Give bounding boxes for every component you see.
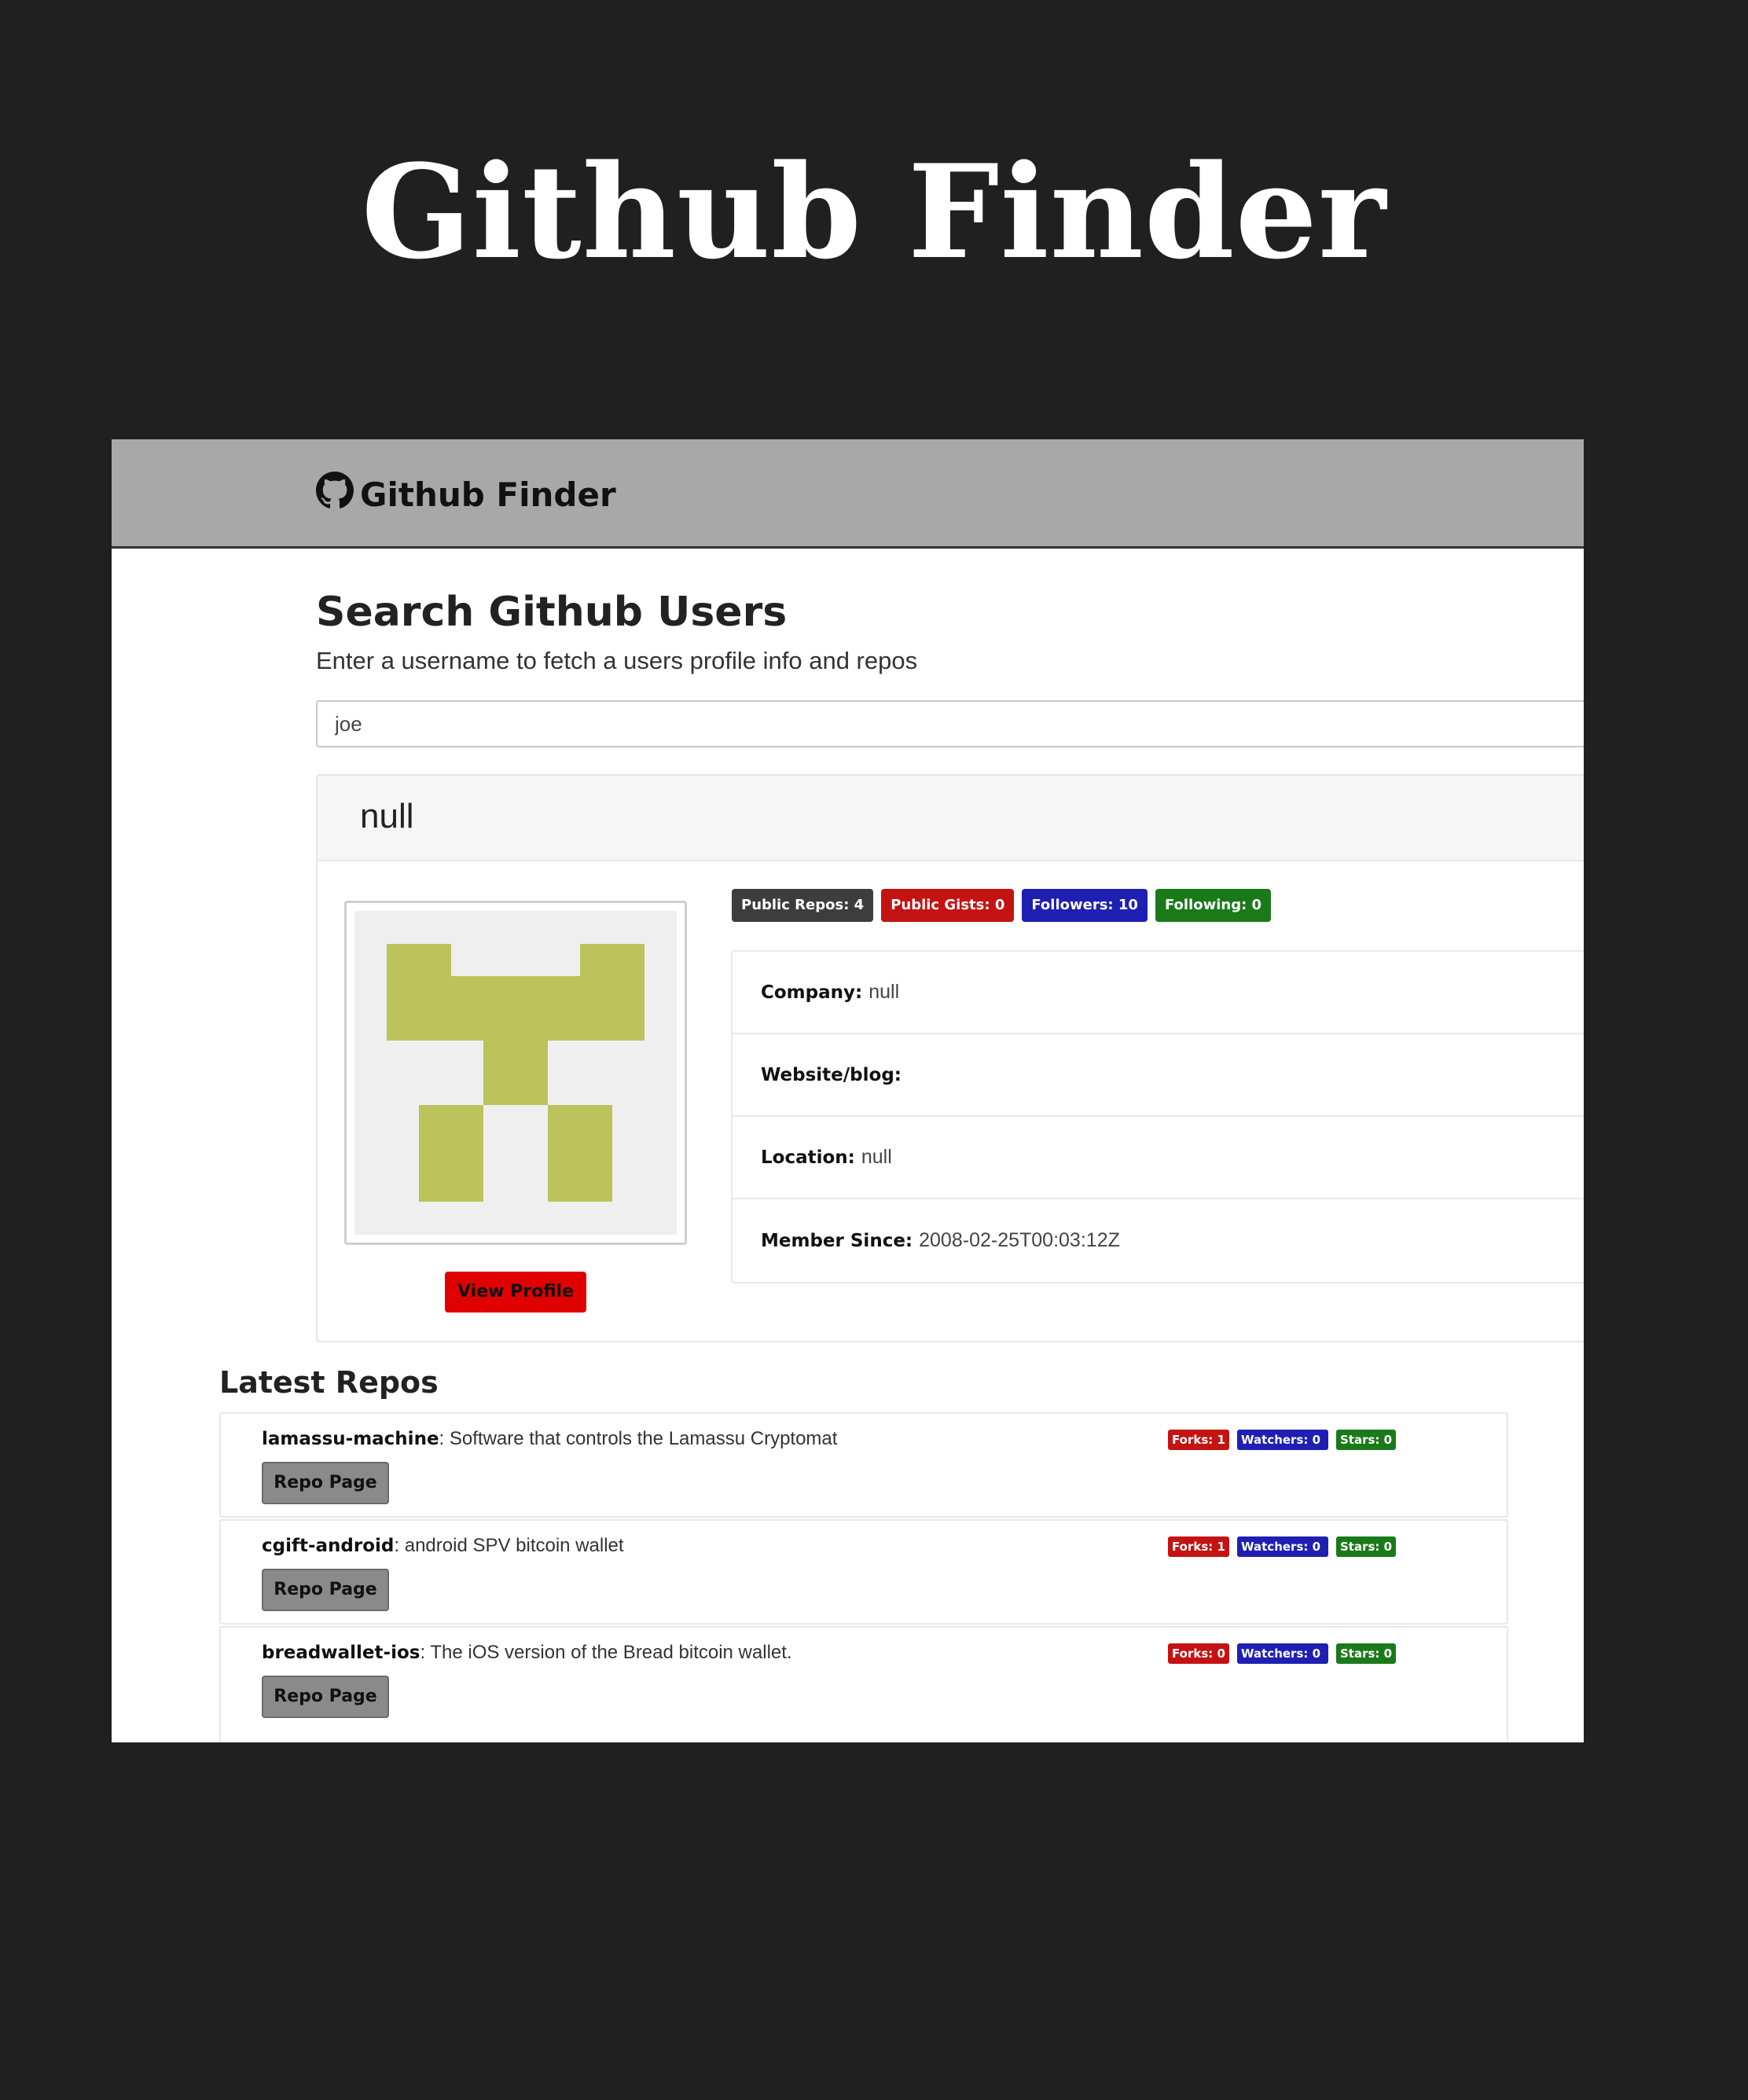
repo-name: cgift-android [262,1536,395,1556]
info-website: Website/blog: [733,1034,1594,1117]
forks-badge: Forks: 1 [1168,1536,1229,1557]
avatar [344,901,687,1245]
navbar-brand[interactable]: Github Finder [316,472,616,516]
view-profile-button[interactable]: View Profile [445,1272,586,1312]
repo-page-button[interactable]: Repo Page [262,1676,389,1718]
profile-card-header: null [318,776,1584,861]
info-label: Member Since: [761,1230,913,1251]
profile-info-list: Company: null Website/blog: Location: nu… [731,950,1596,1283]
github-icon [316,472,360,517]
repo-line: lamassu-machine: Software that controls … [262,1426,837,1452]
info-label: Location: [761,1147,855,1168]
info-value: null [868,981,900,1003]
stars-badge: Stars: 0 [1336,1430,1396,1450]
public-gists-badge: Public Gists: 0 [881,889,1015,922]
public-repos-badge: Public Repos: 4 [732,889,874,922]
forks-badge: Forks: 1 [1168,1430,1229,1450]
repo-line: cgift-android: android SPV bitcoin walle… [262,1533,624,1558]
info-value: 2008-02-25T00:03:12Z [919,1229,1120,1251]
repo-line: breadwallet-ios: The iOS version of the … [262,1640,792,1665]
page-background [0,1742,1748,2100]
repo-item: lamassu-machine: Software that controls … [219,1412,1508,1518]
info-value: null [861,1146,892,1168]
page-title: Search Github Users [316,589,788,636]
repo-description: : Software that controls the Lamassu Cry… [439,1428,838,1449]
info-company: Company: null [733,952,1594,1034]
info-member-since: Member Since: 2008-02-25T00:03:12Z [733,1199,1594,1282]
repo-item: breadwallet-ios: The iOS version of the … [219,1626,1508,1742]
brand-label: Github Finder [360,475,616,514]
repo-name: breadwallet-ios [262,1643,420,1663]
info-label: Company: [761,982,863,1003]
repo-item: cgift-android: android SPV bitcoin walle… [219,1519,1508,1625]
profile-stats: Public Repos: 4 Public Gists: 0 Follower… [732,889,1272,922]
forks-badge: Forks: 0 [1168,1643,1229,1664]
hero-title: Github Finder [361,136,1387,288]
repo-stats: Forks: 1 Watchers: 0 Stars: 0 [1168,1430,1396,1450]
info-label: Website/blog: [761,1064,902,1085]
repo-description: : The iOS version of the Bread bitcoin w… [420,1642,792,1663]
repo-description: : android SPV bitcoin wallet [394,1535,624,1556]
identicon-icon [354,911,677,1235]
search-input[interactable] [316,700,1584,747]
followers-badge: Followers: 10 [1022,889,1148,922]
repo-page-button[interactable]: Repo Page [262,1462,389,1504]
watchers-badge: Watchers: 0 [1237,1430,1328,1450]
page-subtitle: Enter a username to fetch a users profil… [316,647,918,674]
screenshot-crop-mask [1584,439,1748,1742]
info-location: Location: null [733,1117,1594,1199]
repos-heading: Latest Repos [219,1365,439,1400]
stars-badge: Stars: 0 [1336,1643,1396,1664]
stars-badge: Stars: 0 [1336,1536,1396,1557]
navbar: Github Finder [112,439,1584,549]
repo-page-button[interactable]: Repo Page [262,1569,389,1611]
repo-stats: Forks: 1 Watchers: 0 Stars: 0 [1168,1536,1396,1557]
repo-name: lamassu-machine [262,1429,439,1449]
repo-stats: Forks: 0 Watchers: 0 Stars: 0 [1168,1643,1396,1664]
profile-name: null [360,797,414,835]
watchers-badge: Watchers: 0 [1237,1643,1328,1664]
watchers-badge: Watchers: 0 [1237,1536,1328,1557]
following-badge: Following: 0 [1155,889,1272,922]
